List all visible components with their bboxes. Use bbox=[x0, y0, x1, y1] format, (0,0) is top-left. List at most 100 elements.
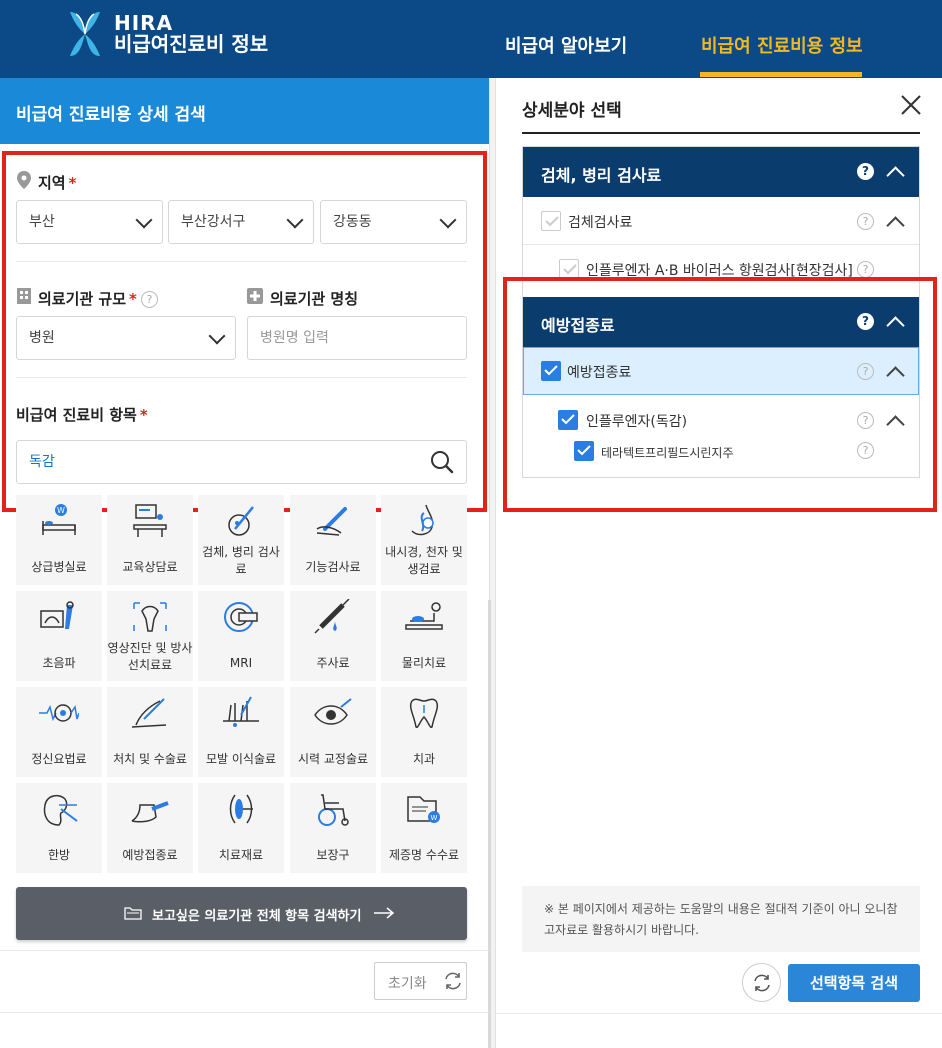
svg-text:W: W bbox=[57, 506, 65, 515]
category-certificate-fee[interactable]: W 제증명 수수료 bbox=[381, 783, 467, 873]
logo-korean: 비급여진료비 정보 bbox=[114, 32, 269, 56]
category-dental[interactable]: 치과 bbox=[381, 687, 467, 777]
checkmark-icon bbox=[545, 216, 559, 227]
category-surgery[interactable]: 처치 및 수술료 bbox=[107, 687, 193, 777]
category-label: 치과 bbox=[412, 752, 436, 766]
thermometer-icon bbox=[316, 507, 347, 536]
category-counseling[interactable]: 교육상담료 bbox=[107, 495, 193, 585]
nav-noncovered-info[interactable]: 비급여 알아보기 bbox=[505, 32, 627, 58]
refresh-button[interactable] bbox=[742, 963, 781, 1002]
category-injection[interactable]: 주사료 bbox=[290, 591, 376, 681]
category-label: 초음파 bbox=[42, 656, 76, 670]
category-function-test[interactable]: 기능검사료 bbox=[290, 495, 376, 585]
mri-icon bbox=[224, 602, 258, 632]
acupuncture-icon bbox=[43, 794, 78, 826]
svg-text:W: W bbox=[431, 814, 438, 822]
tree-row-specimen-test[interactable]: 검체검사료 ? bbox=[523, 197, 919, 245]
help-icon[interactable]: ? bbox=[857, 261, 874, 278]
category-endoscopy[interactable]: 내시경, 천자 및 생검료 bbox=[381, 495, 467, 585]
detail-panel-title: 상세분야 선택 bbox=[522, 101, 622, 121]
reset-button[interactable]: 초기화 bbox=[374, 962, 467, 1000]
scrollbar-thumb[interactable] bbox=[488, 600, 491, 1048]
checkbox[interactable] bbox=[541, 211, 561, 231]
help-icon[interactable]: ? bbox=[857, 163, 874, 180]
checkbox[interactable] bbox=[559, 259, 579, 279]
refresh-icon bbox=[754, 974, 770, 992]
category-label: 제증명 수수료 bbox=[388, 848, 460, 862]
category-label: 교육상담료 bbox=[122, 560, 178, 574]
ultrasound-icon bbox=[40, 601, 74, 629]
category-label: 물리치료 bbox=[401, 656, 447, 670]
category-psychotherapy[interactable]: 정신요법료 bbox=[16, 687, 102, 777]
category-label: 상급병실료 bbox=[31, 560, 87, 574]
category-vaccination[interactable]: 예방접종료 bbox=[107, 783, 193, 873]
category-label: 기능검사료 bbox=[305, 560, 361, 574]
nav-active-underline bbox=[700, 72, 862, 77]
category-oriental-medicine[interactable]: 한방 bbox=[16, 783, 102, 873]
highlight-box-left bbox=[2, 151, 487, 512]
category-label: 보장구 bbox=[316, 848, 350, 862]
refresh-icon bbox=[445, 972, 461, 990]
category-radiology[interactable]: 영상진단 및 방사선치료료 bbox=[107, 591, 193, 681]
category-mri[interactable]: MRI bbox=[198, 591, 284, 681]
close-icon[interactable] bbox=[900, 94, 922, 116]
category-physical-therapy[interactable]: 물리치료 bbox=[381, 591, 467, 681]
chevron-up-icon[interactable] bbox=[886, 166, 905, 185]
category-label: 한방 bbox=[47, 848, 71, 862]
arrow-right-icon bbox=[374, 907, 395, 919]
surgery-icon bbox=[131, 698, 167, 728]
title-underline bbox=[522, 132, 920, 134]
category-treatment-material[interactable]: 치료재료 bbox=[198, 783, 284, 873]
hira-logo[interactable]: HIRA 비급여진료비 정보 bbox=[66, 10, 268, 58]
specimen-test-icon bbox=[228, 506, 254, 536]
category-label: 치료재료 bbox=[218, 848, 264, 862]
search-all-items-button[interactable]: 보고싶은 의료기관 전체 항목 검색하기 bbox=[16, 887, 467, 940]
category-specimen-test[interactable]: 검체, 병리 검사료 bbox=[198, 495, 284, 585]
category-label: 시력 교정술료 bbox=[297, 752, 369, 766]
search-all-items-label: 보고싶은 의료기관 전체 항목 검색하기 bbox=[152, 909, 362, 924]
eye-icon bbox=[314, 698, 352, 725]
lens-material-icon bbox=[229, 794, 253, 824]
checkmark-icon bbox=[563, 264, 577, 275]
search-panel-header: 비급여 진료비용 상세 검색 bbox=[0, 78, 489, 144]
category-assistive-device[interactable]: 보장구 bbox=[290, 783, 376, 873]
category-vision-correction[interactable]: 시력 교정술료 bbox=[290, 687, 376, 777]
group-title: 검체, 병리 검사료 bbox=[541, 166, 662, 185]
vaccine-icon bbox=[131, 801, 169, 823]
logo-english: HIRA bbox=[114, 11, 174, 35]
site-header: HIRA 비급여진료비 정보 비급여 알아보기 비급여 진료비용 정보 bbox=[0, 0, 942, 78]
physical-therapy-icon bbox=[405, 602, 443, 630]
divider bbox=[496, 1013, 942, 1014]
radiology-icon bbox=[133, 602, 167, 632]
category-hair-transplant[interactable]: 모발 이식술료 bbox=[198, 687, 284, 777]
category-label: 내시경, 천자 및 생검료 bbox=[385, 545, 463, 576]
help-icon[interactable]: ? bbox=[857, 213, 874, 230]
category-label: 예방접종료 bbox=[122, 848, 178, 862]
hospital-bed-icon: W bbox=[42, 504, 76, 535]
category-hospital-bed[interactable]: W 상급병실료 bbox=[16, 495, 102, 585]
category-label: 모발 이식술료 bbox=[205, 752, 277, 766]
counseling-icon bbox=[133, 504, 167, 537]
hair-transplant-icon bbox=[223, 696, 259, 727]
hira-logo-icon bbox=[70, 12, 100, 56]
tooth-icon bbox=[409, 698, 439, 729]
folder-icon bbox=[124, 907, 142, 920]
category-label: 주사료 bbox=[316, 656, 350, 670]
reset-label: 초기화 bbox=[388, 976, 427, 992]
search-selected-button[interactable]: 선택항목 검색 bbox=[788, 964, 920, 1002]
category-label: 검체, 병리 검사료 bbox=[202, 545, 280, 576]
category-ultrasound[interactable]: 초음파 bbox=[16, 591, 102, 681]
chevron-up-icon[interactable] bbox=[886, 216, 905, 235]
divider bbox=[0, 950, 489, 951]
category-label: 영상진단 및 방사선치료료 bbox=[107, 641, 193, 672]
endoscope-icon bbox=[411, 504, 434, 536]
nav-noncovered-cost[interactable]: 비급여 진료비용 정보 bbox=[701, 32, 863, 58]
brainwave-icon bbox=[39, 704, 79, 722]
certificate-icon: W bbox=[407, 796, 440, 823]
category-label: 처치 및 수술료 bbox=[113, 752, 187, 766]
group-header-specimen[interactable]: 검체, 병리 검사료 ? bbox=[523, 147, 919, 197]
highlight-box-right bbox=[503, 277, 937, 512]
category-label: MRI bbox=[229, 656, 253, 670]
disclaimer-notice: ※ 본 페이지에서 제공하는 도움말의 내용은 절대적 기준이 아니 오니참고자… bbox=[522, 886, 920, 952]
category-label: 정신요법료 bbox=[31, 752, 87, 766]
